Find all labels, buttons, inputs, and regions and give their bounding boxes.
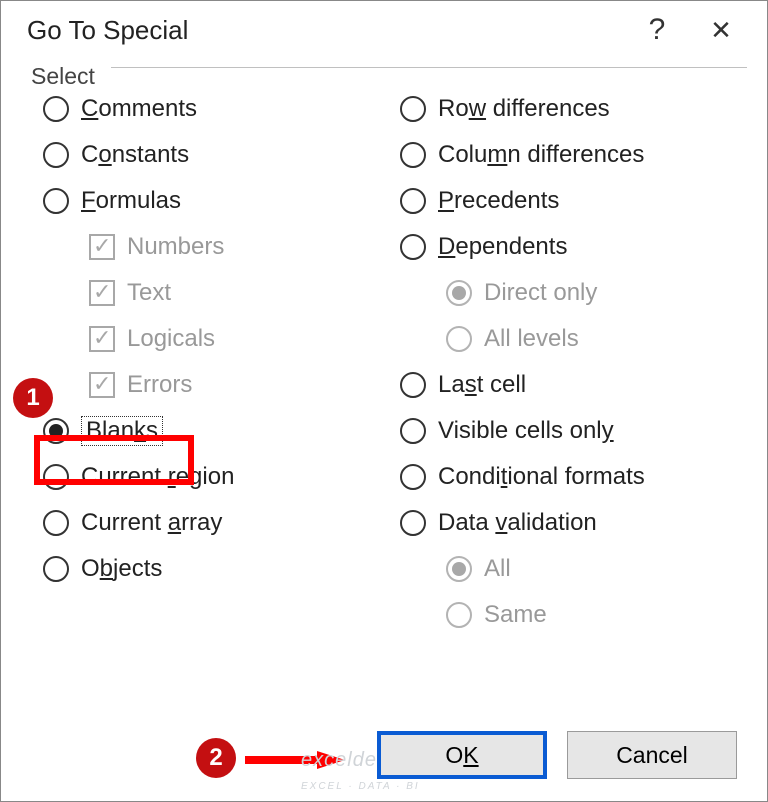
option-comments[interactable]: Comments (43, 86, 390, 132)
radio-icon (400, 464, 426, 490)
option-direct-only: Direct only (400, 270, 747, 316)
close-icon[interactable]: ✕ (697, 15, 745, 46)
radio-icon (446, 326, 472, 352)
dialog-titlebar: Go To Special ? ✕ (1, 1, 767, 53)
option-conditional-formats[interactable]: Conditional formats (400, 454, 747, 500)
option-label: Dependents (438, 233, 567, 261)
radio-icon (43, 188, 69, 214)
option-text: Text (43, 270, 390, 316)
dialog-title: Go To Special (27, 15, 617, 46)
option-label: Direct only (484, 279, 597, 307)
ok-button[interactable]: OK (377, 731, 547, 779)
option-label: Current region (81, 463, 234, 491)
select-group: Select (21, 67, 747, 68)
option-constants[interactable]: Constants (43, 132, 390, 178)
option-formulas[interactable]: Formulas (43, 178, 390, 224)
option-last-cell[interactable]: Last cell (400, 362, 747, 408)
option-visible-cells[interactable]: Visible cells only (400, 408, 747, 454)
option-errors: Errors (43, 362, 390, 408)
option-precedents[interactable]: Precedents (400, 178, 747, 224)
option-label: Blanks (81, 416, 163, 446)
option-label: Logicals (127, 325, 215, 353)
option-current-region[interactable]: Current region (43, 454, 390, 500)
radio-icon (400, 96, 426, 122)
help-icon[interactable]: ? (633, 13, 681, 47)
option-label: Objects (81, 555, 162, 583)
option-logicals: Logicals (43, 316, 390, 362)
option-label: Precedents (438, 187, 559, 215)
annotation-callout-2: 2 (196, 738, 236, 778)
option-label: Numbers (127, 233, 224, 261)
option-label: Comments (81, 95, 197, 123)
checkbox-icon (89, 280, 115, 306)
annotation-callout-1: 1 (13, 378, 53, 418)
option-label: Row differences (438, 95, 610, 123)
cancel-button[interactable]: Cancel (567, 731, 737, 779)
checkbox-icon (89, 372, 115, 398)
radio-icon (43, 142, 69, 168)
option-label: Column differences (438, 141, 644, 169)
option-dependents[interactable]: Dependents (400, 224, 747, 270)
radio-icon (43, 96, 69, 122)
option-label: Formulas (81, 187, 181, 215)
option-label: Visible cells only (438, 417, 614, 445)
option-column-differences[interactable]: Column differences (400, 132, 747, 178)
right-column: Row differences Column differences Prece… (400, 86, 747, 638)
option-label: Errors (127, 371, 192, 399)
radio-icon (43, 418, 69, 444)
group-divider (111, 67, 747, 68)
left-column: Comments Constants Formulas Numbers Text… (21, 86, 390, 638)
radio-icon (400, 510, 426, 536)
option-all-levels: All levels (400, 316, 747, 362)
option-all: All (400, 546, 747, 592)
radio-icon (43, 464, 69, 490)
radio-icon (446, 280, 472, 306)
option-blanks[interactable]: Blanks (43, 408, 390, 454)
option-current-array[interactable]: Current array (43, 500, 390, 546)
radio-icon (446, 556, 472, 582)
option-row-differences[interactable]: Row differences (400, 86, 747, 132)
radio-icon (400, 142, 426, 168)
checkbox-icon (89, 234, 115, 260)
radio-icon (43, 510, 69, 536)
radio-icon (43, 556, 69, 582)
option-data-validation[interactable]: Data validation (400, 500, 747, 546)
option-label: Text (127, 279, 171, 307)
option-label: Conditional formats (438, 463, 645, 491)
option-label: Constants (81, 141, 189, 169)
radio-icon (400, 418, 426, 444)
option-label: Same (484, 601, 547, 629)
radio-icon (400, 372, 426, 398)
option-label: Data validation (438, 509, 597, 537)
dialog-footer: OK Cancel (377, 731, 737, 779)
option-label: Last cell (438, 371, 526, 399)
option-label: All (484, 555, 511, 583)
radio-icon (400, 188, 426, 214)
checkbox-icon (89, 326, 115, 352)
radio-icon (446, 602, 472, 628)
option-label: All levels (484, 325, 579, 353)
option-label: Current array (81, 509, 222, 537)
radio-icon (400, 234, 426, 260)
option-objects[interactable]: Objects (43, 546, 390, 592)
options-columns: Comments Constants Formulas Numbers Text… (1, 86, 767, 638)
option-same: Same (400, 592, 747, 638)
option-numbers: Numbers (43, 224, 390, 270)
